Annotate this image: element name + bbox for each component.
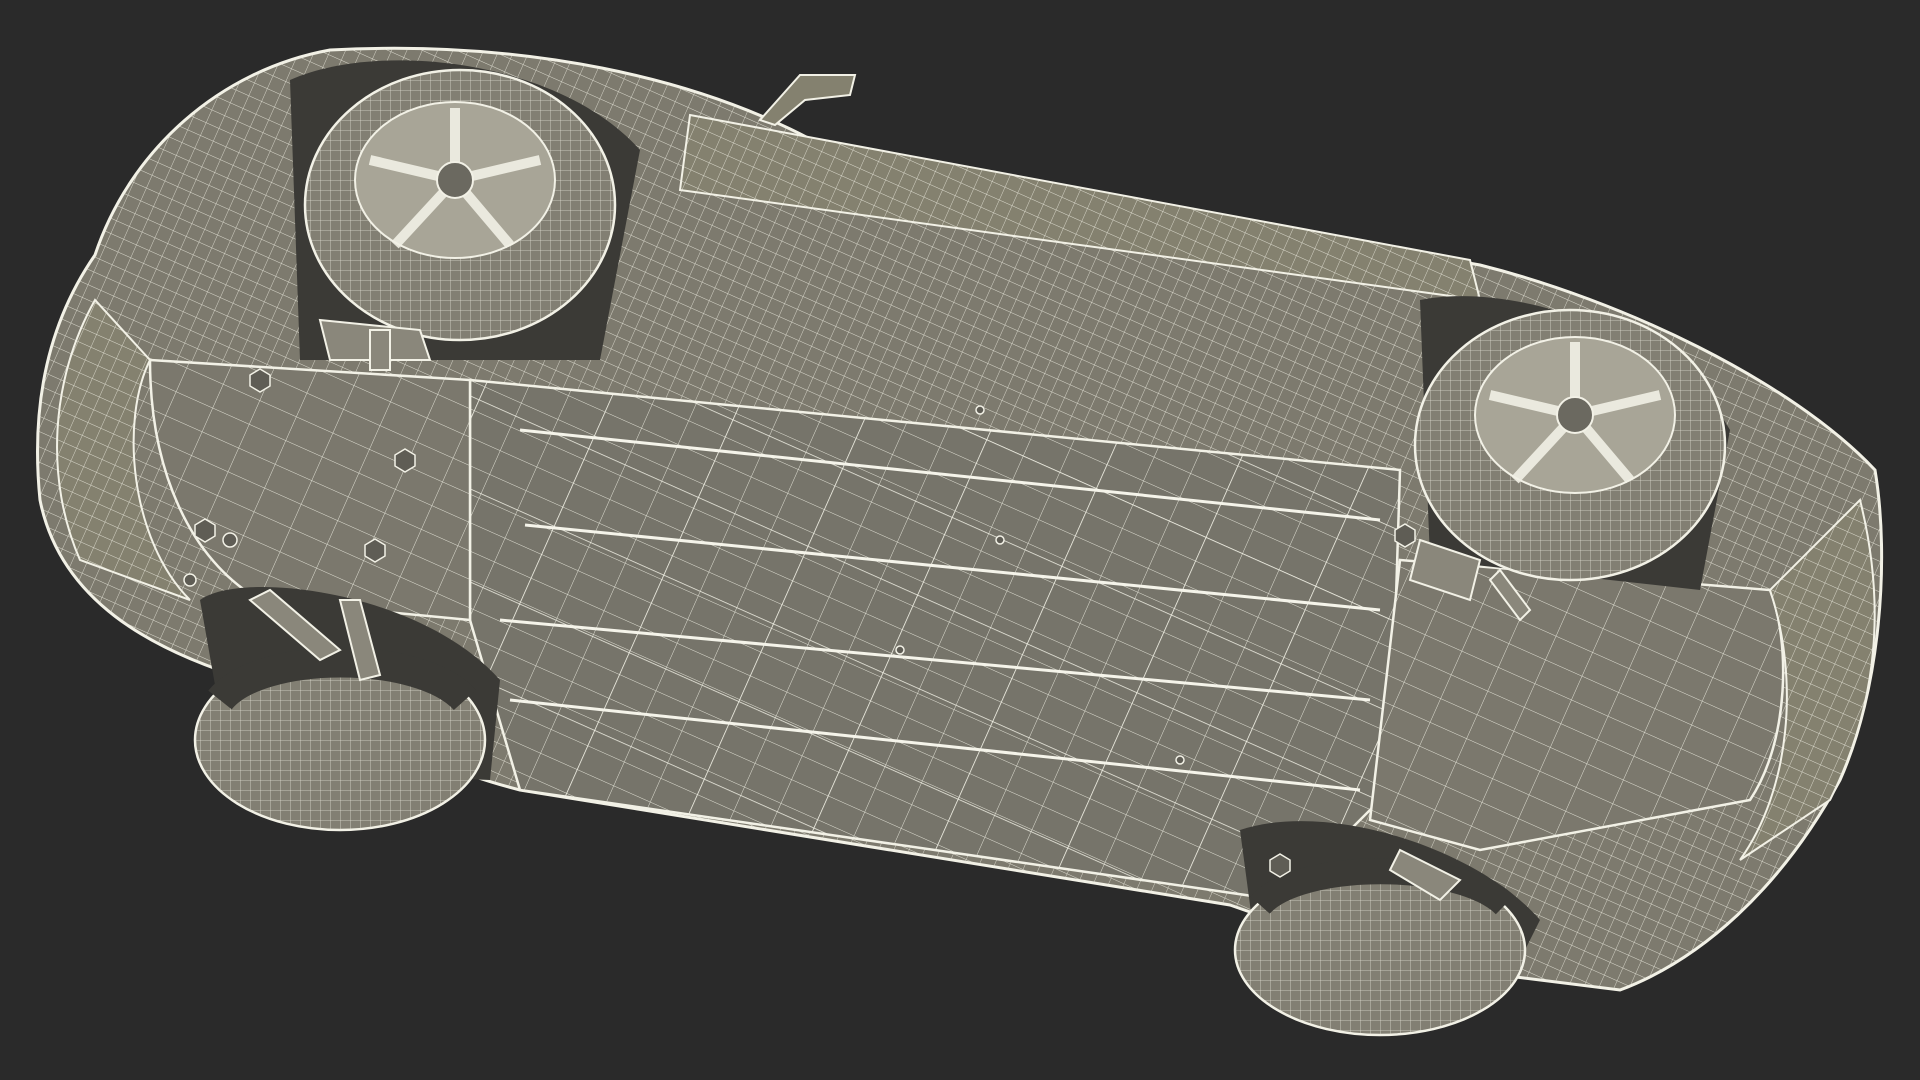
front-right-wheel	[193, 647, 487, 832]
rear-left-wheel	[1233, 858, 1527, 1037]
rear-undertray	[1368, 558, 1785, 852]
floor-pan	[468, 378, 1402, 902]
front-left-wheel	[303, 68, 617, 342]
car-underside-wireframe-render	[35, 46, 1884, 1037]
render-viewport[interactable]	[0, 0, 1920, 1080]
rear-right-wheel	[1413, 308, 1727, 582]
